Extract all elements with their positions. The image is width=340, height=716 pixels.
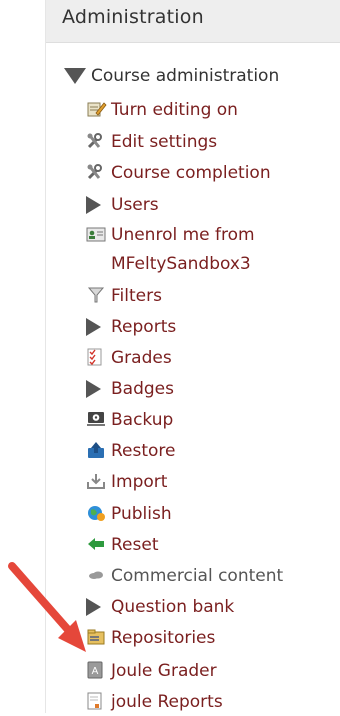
unenrol-user-icon: [86, 226, 107, 244]
menu-item-label: Backup: [111, 410, 174, 430]
annotation-arrow-icon: [0, 560, 100, 660]
menu-item-label: Users: [111, 195, 159, 215]
menu-item-question-bank[interactable]: Question bank: [86, 596, 234, 618]
menu-item-edit-settings[interactable]: Edit settings: [86, 131, 217, 153]
menu-item-label: Unenrol me from: [111, 225, 255, 245]
menu-item-label-course: MFeltySandbox3: [111, 254, 251, 274]
block-header: Administration: [46, 0, 340, 43]
menu-item-commercial-content[interactable]: Commercial content: [86, 565, 283, 587]
publish-globe-icon: [86, 504, 107, 522]
menu-item-publish[interactable]: Publish: [86, 503, 172, 525]
menu-item-label: Badges: [111, 379, 174, 399]
joule-reports-icon: [86, 692, 107, 710]
menu-item-grades[interactable]: Grades: [86, 347, 172, 369]
joule-grader-icon: A: [86, 661, 107, 679]
menu-item-label-group: Unenrol me from MFeltySandbox3: [111, 221, 255, 279]
menu-item-restore[interactable]: Restore: [86, 440, 176, 462]
menu-item-reset[interactable]: Reset: [86, 534, 159, 556]
menu-item-joule-reports[interactable]: joule Reports: [86, 691, 223, 713]
menu-item-turn-editing-on[interactable]: Turn editing on: [86, 99, 238, 121]
wrench-icon: [86, 163, 107, 181]
menu-item-label: Reset: [111, 535, 159, 555]
import-icon: [86, 472, 107, 490]
menu-item-repositories[interactable]: Repositories: [86, 627, 215, 649]
collapsed-triangle-icon: [86, 379, 107, 398]
restore-icon: [86, 441, 107, 459]
menu-item-label: Commercial content: [111, 566, 284, 586]
edit-icon: [86, 100, 107, 118]
menu-item-users[interactable]: Users: [86, 194, 159, 216]
menu-item-import[interactable]: Import: [86, 471, 167, 493]
menu-item-unenrol[interactable]: Unenrol me from MFeltySandbox3: [86, 225, 255, 279]
menu-item-label: Publish: [111, 504, 172, 524]
filter-icon: [86, 286, 107, 304]
expanded-triangle-icon: [64, 68, 86, 84]
menu-item-label: Question bank: [111, 597, 235, 617]
menu-item-label: Reports: [111, 317, 177, 337]
reset-arrow-icon: [86, 535, 107, 553]
grades-icon: [86, 348, 107, 366]
svg-text:A: A: [92, 666, 99, 677]
wrench-icon: [86, 132, 107, 150]
menu-item-label: Restore: [111, 441, 176, 461]
menu-item-reports[interactable]: Reports: [86, 316, 176, 338]
course-administration-node[interactable]: Course administration: [64, 66, 279, 86]
menu-item-backup[interactable]: Backup: [86, 409, 173, 431]
menu-item-label: Joule Grader: [111, 661, 217, 681]
menu-item-label: Edit settings: [111, 132, 218, 152]
menu-item-course-completion[interactable]: Course completion: [86, 162, 271, 184]
menu-item-label: Course completion: [111, 163, 271, 183]
course-administration-label: Course administration: [91, 66, 280, 86]
menu-item-badges[interactable]: Badges: [86, 378, 174, 400]
collapsed-triangle-icon: [86, 317, 107, 336]
menu-item-label: Turn editing on: [111, 100, 238, 120]
collapsed-triangle-icon: [86, 195, 107, 214]
menu-item-label: Repositories: [111, 628, 216, 648]
menu-item-label: joule Reports: [111, 692, 223, 712]
menu-item-label: Filters: [111, 286, 162, 306]
menu-item-label: Grades: [111, 348, 172, 368]
menu-item-filters[interactable]: Filters: [86, 285, 162, 307]
block-title: Administration: [62, 6, 204, 28]
backup-icon: [86, 410, 107, 428]
menu-item-label: Import: [111, 472, 168, 492]
menu-item-joule-grader[interactable]: A Joule Grader: [86, 660, 217, 682]
